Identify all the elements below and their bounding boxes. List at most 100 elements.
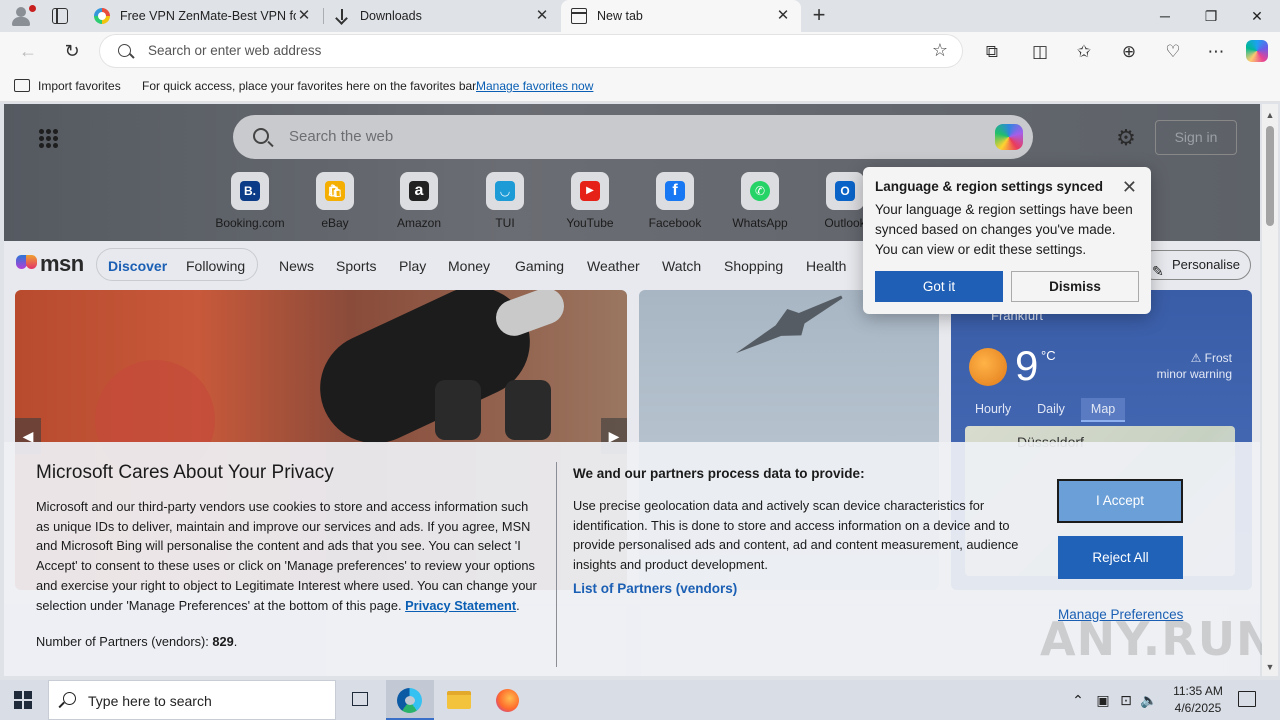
nav-play[interactable]: Play — [399, 258, 426, 274]
close-icon[interactable]: ✕ — [1122, 177, 1137, 198]
tile-glyph: B. — [240, 181, 260, 201]
nav-news[interactable]: News — [279, 258, 314, 274]
close-window-button[interactable]: ✕ — [1234, 0, 1280, 32]
msn-logo[interactable]: msn — [16, 251, 84, 277]
favorites-icon[interactable]: ✩ — [1072, 40, 1096, 64]
more-menu-icon[interactable]: ⋯ — [1204, 40, 1228, 64]
tile-label: eBay — [321, 216, 349, 230]
partners-number: 829 — [212, 634, 234, 649]
web-search-placeholder: Search the web — [289, 128, 394, 145]
sign-in-button[interactable]: Sign in — [1155, 120, 1237, 155]
nav-gaming[interactable]: Gaming — [515, 258, 564, 274]
firefox-icon — [496, 689, 519, 712]
personalise-label: Personalise — [1172, 257, 1240, 272]
jet-image — [729, 290, 849, 366]
tile-label: WhatsApp — [732, 216, 788, 230]
weather-tab-hourly[interactable]: Hourly — [965, 398, 1021, 422]
restore-button[interactable]: ❐ — [1188, 0, 1234, 32]
tab-title: Downloads — [360, 9, 422, 23]
warning-title: ⚠ Frost — [1190, 351, 1232, 365]
copilot-icon[interactable] — [995, 124, 1023, 150]
manage-preferences-link[interactable]: Manage Preferences — [1058, 607, 1183, 622]
new-tab-plus-icon[interactable]: + — [808, 4, 830, 26]
tile-glyph: 🛍 — [325, 181, 345, 201]
task-view-button[interactable] — [336, 680, 384, 720]
refresh-icon[interactable]: ↻ — [58, 38, 86, 64]
nav-discover[interactable]: Discover — [108, 258, 167, 274]
manage-favorites-link[interactable]: Manage favorites now — [476, 79, 593, 93]
quick-link-booking[interactable]: B. Booking.com — [210, 172, 290, 230]
weather-warning[interactable]: ⚠ Frost minor warning — [1157, 350, 1232, 382]
quick-link-amazon[interactable]: a Amazon — [379, 172, 459, 230]
tab-actions-icon[interactable] — [52, 8, 68, 24]
address-bar[interactable]: Search or enter web address ☆ — [100, 35, 962, 67]
new-tab-icon — [571, 8, 587, 24]
tile-glyph: ◡ — [495, 181, 515, 201]
privacy-statement-link[interactable]: Privacy Statement — [405, 598, 516, 613]
weather-tab-map[interactable]: Map — [1080, 398, 1126, 422]
system-clock[interactable]: 11:35 AM 4/6/2025 — [1160, 683, 1236, 717]
settings-gear-icon[interactable]: ⚙ — [1114, 126, 1138, 150]
dismiss-button[interactable]: Dismiss — [1011, 271, 1139, 302]
taskbar-search-box[interactable]: Type here to search — [48, 680, 336, 720]
taskbar-edge[interactable] — [386, 680, 434, 720]
network-icon[interactable]: ⊡ — [1116, 680, 1136, 720]
whatsapp-icon: ✆ — [741, 172, 779, 210]
scrollbar-thumb[interactable] — [1266, 126, 1274, 226]
search-icon — [63, 692, 76, 705]
scroll-up-icon[interactable]: ▲ — [1265, 110, 1275, 120]
quick-link-whatsapp[interactable]: ✆ WhatsApp — [720, 172, 800, 230]
volume-icon[interactable]: 🔈 — [1139, 680, 1159, 720]
nav-weather[interactable]: Weather — [587, 258, 640, 274]
taskbar-firefox[interactable] — [484, 680, 532, 720]
quick-link-facebook[interactable]: f Facebook — [635, 172, 715, 230]
nav-money[interactable]: Money — [448, 258, 490, 274]
nav-health[interactable]: Health — [806, 258, 846, 274]
quick-link-tui[interactable]: ◡ TUI — [465, 172, 545, 230]
nav-following[interactable]: Following — [186, 258, 245, 274]
nav-watch[interactable]: Watch — [662, 258, 701, 274]
collections-icon[interactable]: ⊕ — [1117, 40, 1141, 64]
tray-chevron-icon[interactable]: ⌃ — [1068, 680, 1088, 720]
favorite-star-icon[interactable]: ☆ — [932, 40, 948, 61]
partners-list-link[interactable]: List of Partners (vendors) — [573, 581, 737, 596]
quick-link-youtube[interactable]: ▶ YouTube — [550, 172, 630, 230]
tab-downloads[interactable]: Downloads ✕ — [324, 0, 560, 32]
zenmate-favicon-icon — [94, 8, 110, 24]
got-it-button[interactable]: Got it — [875, 271, 1003, 302]
personalise-button[interactable]: ✎ Personalise — [1139, 250, 1251, 280]
taskbar-file-explorer[interactable] — [435, 680, 483, 720]
page-scrollbar[interactable]: ▲ ▼ — [1262, 104, 1278, 676]
weather-temperature: 9 — [1015, 342, 1039, 389]
notification-icon[interactable] — [1238, 691, 1256, 707]
tab-close-icon[interactable]: ✕ — [775, 8, 791, 24]
scroll-down-icon[interactable]: ▼ — [1265, 662, 1275, 672]
privacy-body: Microsoft and our third-party vendors us… — [36, 499, 537, 613]
back-arrow-icon[interactable]: ← — [14, 38, 42, 64]
extensions-icon[interactable]: ⧉ — [980, 40, 1004, 64]
browser-essentials-icon[interactable]: ♡ — [1161, 40, 1185, 64]
tab-close-icon[interactable]: ✕ — [534, 8, 550, 24]
copilot-icon[interactable] — [1246, 40, 1268, 62]
quick-link-ebay[interactable]: 🛍 eBay — [295, 172, 375, 230]
weather-tab-daily[interactable]: Daily — [1027, 398, 1075, 422]
web-search-box[interactable]: Search the web — [233, 115, 1033, 159]
tab-new-tab[interactable]: New tab ✕ — [561, 0, 801, 32]
partners-label: Number of Partners (vendors): — [36, 634, 209, 649]
reject-all-button[interactable]: Reject All — [1058, 536, 1183, 579]
windows-start-icon[interactable] — [14, 691, 32, 709]
import-favorites-icon[interactable] — [14, 79, 30, 92]
nav-shopping[interactable]: Shopping — [724, 258, 783, 274]
import-favorites-button[interactable]: Import favorites — [38, 79, 121, 93]
nav-sports[interactable]: Sports — [336, 258, 376, 274]
tray-device-icon[interactable]: ▣ — [1093, 680, 1113, 720]
split-screen-icon[interactable]: ◫ — [1028, 40, 1052, 64]
apps-grid-icon[interactable] — [38, 128, 58, 148]
minimize-button[interactable]: ─ — [1142, 0, 1188, 32]
edge-icon — [397, 688, 422, 713]
taskbar-search-placeholder: Type here to search — [88, 693, 212, 709]
tab-zenmate[interactable]: Free VPN ZenMate-Best VPN for ✕ — [84, 0, 322, 32]
accept-button[interactable]: I Accept — [1057, 479, 1183, 523]
profile-icon[interactable] — [8, 4, 36, 28]
tab-close-icon[interactable]: ✕ — [296, 8, 312, 24]
